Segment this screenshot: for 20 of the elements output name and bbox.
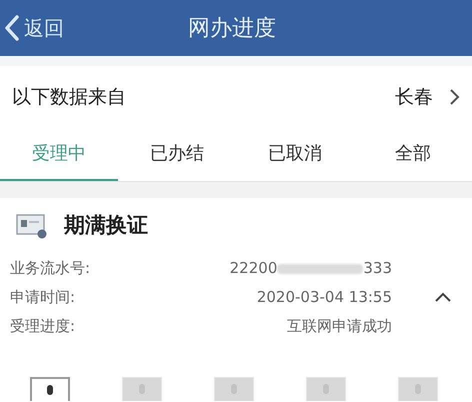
- field-label: 申请时间:: [10, 287, 76, 308]
- source-label: 以下数据来自: [12, 84, 126, 110]
- serial-number-end: 333: [363, 258, 392, 280]
- back-icon: [4, 14, 20, 42]
- field-label: 业务流水号:: [10, 258, 90, 280]
- field-label: 受理进度:: [10, 316, 76, 338]
- field-value: 2020-03-04 13:55: [256, 287, 392, 308]
- field-value: 互联网申请成功: [287, 316, 392, 338]
- tab[interactable]: 全部: [354, 128, 472, 181]
- page-title: 网办进度: [188, 15, 276, 43]
- tab[interactable]: 已办结: [118, 128, 236, 181]
- source-row[interactable]: 以下数据来自 长春: [0, 66, 472, 128]
- chevron-right-icon: [449, 88, 460, 106]
- city-name: 长春: [395, 84, 433, 110]
- card-title: 期满换证: [64, 212, 148, 240]
- back-button[interactable]: 返回: [4, 13, 64, 43]
- tab[interactable]: 已取消: [236, 128, 354, 181]
- chevron-up-icon[interactable]: [434, 292, 452, 303]
- certificate-icon: [16, 213, 48, 239]
- serial-number-start: 22200: [230, 258, 278, 280]
